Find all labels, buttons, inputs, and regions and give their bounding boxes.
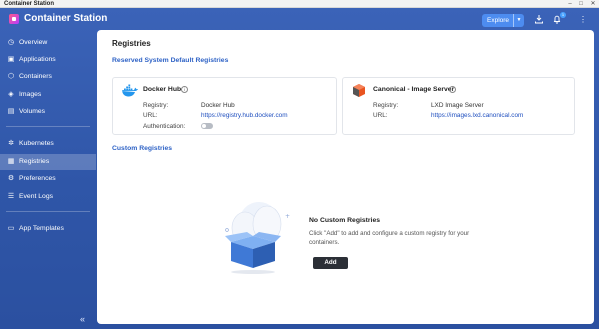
app-header: Container Station Explore ▼ 1 ⋮ — [0, 8, 599, 30]
sidebar-item-label: Volumes — [19, 108, 46, 115]
sidebar-item-images[interactable]: ◈ Images — [0, 87, 96, 103]
canonical-image-server-card: Canonical - Image Server i Registry: LXD… — [342, 77, 575, 135]
registry-icon: ▦ — [7, 158, 15, 165]
event-log-icon: ☰ — [7, 193, 15, 200]
svg-text:+: + — [285, 213, 290, 220]
sidebar-item-label: Containers — [19, 73, 52, 80]
authentication-toggle[interactable] — [201, 123, 213, 129]
app-title: Container Station — [24, 13, 108, 24]
canonical-name: Canonical - Image Server — [373, 86, 455, 93]
preferences-icon: ⚙ — [7, 175, 15, 182]
sidebar-item-label: Event Logs — [19, 193, 54, 200]
volume-icon: ▤ — [7, 108, 15, 115]
os-window-title: Container Station — [4, 1, 55, 7]
os-title-bar: Container Station – □ ✕ — [0, 0, 599, 8]
info-icon[interactable]: i — [449, 86, 456, 93]
sidebar-divider — [6, 126, 90, 127]
docker-whale-icon — [122, 84, 138, 97]
sidebar-item-label: Overview — [19, 39, 48, 46]
kubernetes-icon: ✲ — [8, 140, 14, 147]
url-label: URL: — [373, 112, 388, 119]
registry-value: Docker Hub — [201, 102, 235, 109]
image-icon: ◈ — [8, 91, 14, 98]
sidebar-divider — [6, 211, 90, 212]
sidebar-item-overview[interactable]: ◷ Overview — [0, 35, 96, 51]
collapse-sidebar-icon[interactable]: « — [80, 314, 85, 324]
sidebar-item-app-templates[interactable]: ▭ App Templates — [0, 221, 96, 237]
sidebar-item-label: Preferences — [19, 175, 56, 182]
app-window: Container Station Explore ▼ 1 ⋮ ◷ Overvi… — [0, 8, 599, 329]
registry-label: Registry: — [373, 102, 399, 109]
close-icon[interactable]: ✕ — [589, 0, 597, 8]
template-icon: ▭ — [7, 225, 15, 232]
container-icon: ⬡ — [7, 73, 15, 80]
registry-label: Registry: — [143, 102, 169, 109]
empty-box-illustration: + — [225, 202, 290, 274]
docker-hub-card: Docker Hub i Registry: Docker Hub URL: h… — [112, 77, 337, 135]
empty-state-title: No Custom Registries — [309, 217, 381, 224]
docker-hub-name: Docker Hub — [143, 86, 182, 93]
chevron-down-icon[interactable]: ▼ — [513, 14, 524, 27]
authentication-label: Authentication: — [143, 123, 186, 130]
page-title: Registries — [112, 39, 151, 48]
sidebar-item-label: Images — [19, 91, 42, 98]
docker-hub-url-link[interactable]: https://registry.hub.docker.com — [201, 112, 288, 119]
reserved-registries-heading: Reserved System Default Registries — [112, 57, 229, 64]
explore-label: Explore — [487, 17, 510, 24]
sidebar-item-label: Kubernetes — [19, 140, 54, 147]
empty-state-description: Click "Add" to add and configure a custo… — [309, 230, 470, 246]
sidebar: ◷ Overview ▣ Applications ⬡ Containers ◈… — [0, 32, 96, 329]
custom-registries-heading: Custom Registries — [112, 145, 173, 152]
maximize-icon[interactable]: □ — [577, 0, 585, 8]
sidebar-item-label: Applications — [19, 56, 56, 63]
sidebar-item-label: App Templates — [19, 225, 64, 232]
sidebar-item-containers[interactable]: ⬡ Containers — [0, 69, 96, 85]
sidebar-item-event-logs[interactable]: ☰ Event Logs — [0, 189, 96, 205]
main-panel: Registries Reserved System Default Regis… — [97, 30, 594, 324]
explore-button[interactable]: Explore ▼ — [482, 14, 524, 27]
sidebar-item-preferences[interactable]: ⚙ Preferences — [0, 171, 96, 187]
sidebar-item-kubernetes[interactable]: ✲ Kubernetes — [0, 136, 96, 152]
notification-badge: 1 — [560, 12, 566, 18]
add-registry-button[interactable]: Add — [313, 257, 348, 269]
registry-value: LXD Image Server — [431, 102, 484, 109]
more-options-icon[interactable]: ⋮ — [577, 14, 589, 26]
url-label: URL: — [143, 112, 158, 119]
minimize-icon[interactable]: – — [566, 0, 574, 8]
applications-icon: ▣ — [7, 56, 15, 63]
sidebar-item-applications[interactable]: ▣ Applications — [0, 52, 96, 68]
info-icon[interactable]: i — [181, 86, 188, 93]
dashboard-icon: ◷ — [7, 39, 15, 46]
canonical-url-link[interactable]: https://images.lxd.canonical.com — [431, 112, 523, 119]
sidebar-item-volumes[interactable]: ▤ Volumes — [0, 104, 96, 120]
lxd-cube-icon — [353, 84, 365, 97]
download-icon[interactable] — [533, 14, 545, 26]
container-station-logo — [9, 14, 19, 24]
sidebar-item-label: Registries — [19, 158, 50, 165]
sidebar-item-registries[interactable]: ▦ Registries — [0, 154, 96, 170]
